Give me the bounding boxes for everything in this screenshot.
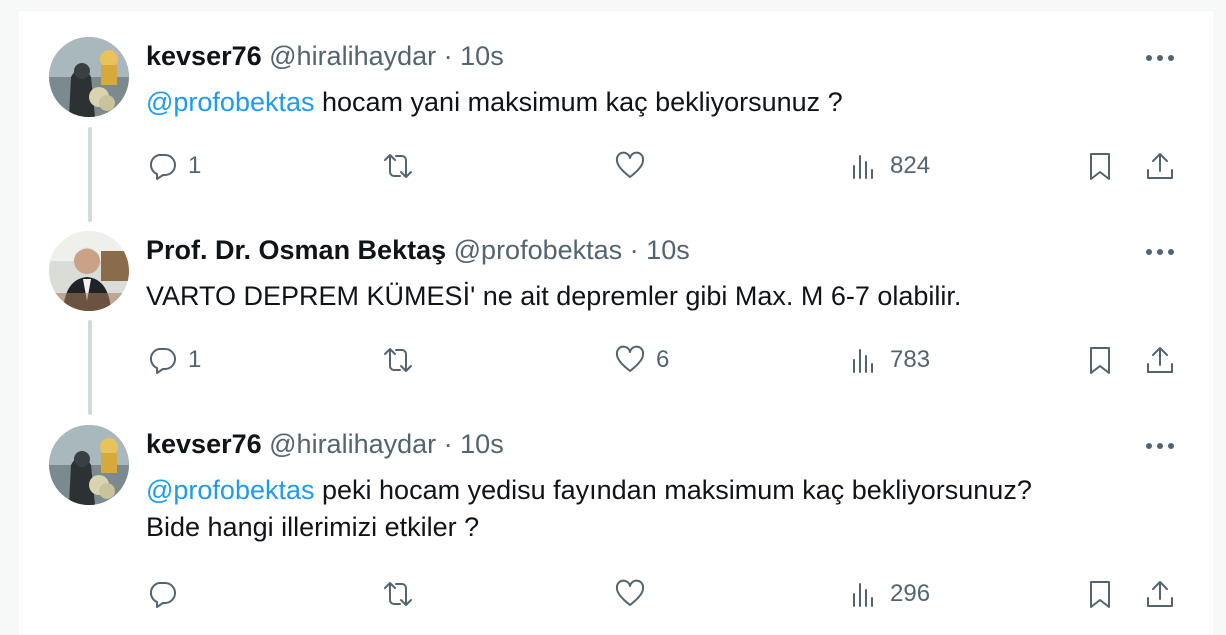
more-icon (1146, 55, 1174, 61)
view-count: 824 (890, 152, 931, 179)
tweet-text-body: VARTO DEPREM KÜMESİ' ne ait depremler gi… (146, 281, 962, 311)
reply-button[interactable] (146, 574, 188, 614)
share-button[interactable] (1144, 574, 1176, 614)
display-name[interactable]: Prof. Dr. Osman Bektaş (146, 235, 446, 265)
display-name[interactable]: kevser76 (146, 429, 262, 459)
reply-icon (149, 582, 176, 608)
tweet-text-body: hocam yani maksimum kaç bekliyorsunuz ? (314, 87, 843, 117)
avatar[interactable] (49, 425, 129, 505)
tweet-header: kevser76 @hiralihaydar · 10s (146, 39, 504, 73)
reply-icon (149, 154, 176, 180)
retweet-icon (384, 582, 412, 606)
like-count: 6 (656, 346, 670, 373)
tweet-text: @profobektas hocam yani maksimum kaç bek… (146, 84, 1186, 121)
share-icon (1147, 153, 1173, 179)
share-icon (1147, 347, 1173, 373)
tweet[interactable]: Prof. Dr. Osman Bektaş @profobektas · 10… (0, 194, 1226, 404)
reply-icon (149, 348, 176, 374)
share-button[interactable] (1144, 146, 1176, 186)
tweet-text: @profobektas peki hocam yedisu fayından … (146, 472, 1186, 546)
retweet-button[interactable] (382, 146, 424, 186)
retweet-icon (384, 348, 412, 372)
heart-icon (615, 151, 645, 178)
views-button[interactable]: 783 (848, 340, 930, 380)
avatar[interactable] (49, 231, 129, 311)
timestamp[interactable]: 10s (460, 41, 504, 71)
tweet-header: Prof. Dr. Osman Bektaş @profobektas · 10… (146, 233, 690, 267)
more-button[interactable] (1140, 41, 1180, 75)
bookmark-icon (1090, 581, 1110, 608)
bookmark-button[interactable] (1084, 146, 1116, 186)
heart-icon (615, 579, 645, 606)
reply-count: 1 (188, 346, 202, 373)
action-bar: 296 (0, 574, 1226, 614)
bookmark-icon (1090, 153, 1110, 180)
views-button[interactable]: 824 (848, 146, 930, 186)
reply-count: 1 (188, 152, 202, 179)
bookmark-icon (1090, 347, 1110, 374)
user-handle[interactable]: @profobektas (454, 235, 623, 265)
user-handle[interactable]: @hiralihaydar (269, 41, 436, 71)
tweet-text: VARTO DEPREM KÜMESİ' ne ait depremler gi… (146, 278, 1186, 315)
bookmark-button[interactable] (1084, 340, 1116, 380)
retweet-button[interactable] (382, 340, 424, 380)
action-bar: 1 6 783 (0, 340, 1226, 380)
share-icon (1147, 581, 1173, 607)
tweet-text-line-2: Bide hangi illerimizi etkiler ? (146, 512, 480, 542)
more-button[interactable] (1140, 235, 1180, 269)
views-icon (853, 349, 873, 373)
separator-dot: · (443, 41, 453, 71)
avatar[interactable] (49, 37, 129, 117)
user-handle[interactable]: @hiralihaydar (269, 429, 436, 459)
tweet[interactable]: kevser76 @hiralihaydar · 10s @profobekta… (0, 388, 1226, 634)
view-count: 783 (890, 346, 931, 373)
tweet[interactable]: kevser76 @hiralihaydar · 10s @profobekta… (0, 0, 1226, 210)
views-button[interactable]: 296 (848, 574, 930, 614)
retweet-icon (384, 154, 412, 178)
tweet-text-line: @profobektas peki hocam yedisu fayından … (146, 472, 1186, 509)
more-icon (1146, 249, 1174, 255)
like-button[interactable] (614, 574, 656, 614)
more-button[interactable] (1140, 429, 1180, 463)
bookmark-button[interactable] (1084, 574, 1116, 614)
retweet-button[interactable] (382, 574, 424, 614)
view-count: 296 (890, 580, 931, 607)
tweet-text-body: peki hocam yedisu fayından maksimum kaç … (314, 475, 1032, 505)
display-name[interactable]: kevser76 (146, 41, 262, 71)
timestamp[interactable]: 10s (646, 235, 690, 265)
reply-button[interactable]: 1 (146, 340, 201, 380)
reply-button[interactable]: 1 (146, 146, 201, 186)
like-button[interactable] (614, 146, 656, 186)
timestamp[interactable]: 10s (460, 429, 504, 459)
mention-link[interactable]: @profobektas (146, 475, 315, 505)
separator-dot: · (443, 429, 453, 459)
like-button[interactable]: 6 (614, 340, 669, 380)
mention-link[interactable]: @profobektas (146, 87, 315, 117)
more-icon (1146, 443, 1174, 449)
separator-dot: · (629, 235, 639, 265)
views-icon (853, 583, 873, 607)
tweet-header: kevser76 @hiralihaydar · 10s (146, 427, 504, 461)
heart-icon (615, 345, 645, 372)
share-button[interactable] (1144, 340, 1176, 380)
action-bar: 1 824 (0, 146, 1226, 186)
views-icon (853, 155, 873, 179)
